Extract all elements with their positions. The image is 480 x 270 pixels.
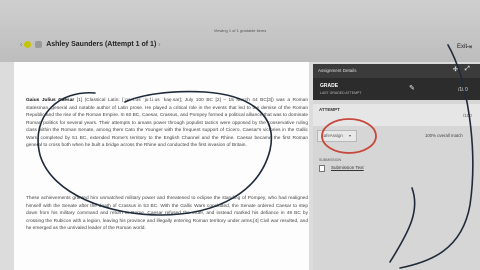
paragraph-2: These achievements granted him unmatched…: [26, 196, 308, 231]
chevron-down-icon: ▾: [349, 133, 352, 138]
grade-sublabel: LAST GRADED ATTEMPT: [320, 91, 362, 95]
match-percentage: 100% overall match: [425, 133, 463, 138]
attempt-label: ATTEMPT: [319, 107, 340, 112]
student-name: Ashley Saunders (Attempt 1 of 1): [46, 41, 157, 48]
avatar: [35, 41, 43, 48]
submission-text-link[interactable]: Submission Text: [331, 165, 364, 170]
safeassign-dropdown[interactable]: SafeAssign ▾: [317, 130, 357, 142]
pin-icon[interactable]: ✣: [453, 66, 458, 73]
submission-document: Gaius Julius Caesar [1] (Classical Latin…: [14, 62, 309, 270]
student-navigator[interactable]: ‹ Ashley Saunders (Attempt 1 of 1) ›: [20, 41, 161, 48]
safeassign-label: SafeAssign: [321, 133, 343, 138]
panel-title: Assignment Details: [318, 68, 357, 73]
paragraph-subject: Gaius Julius Caesar: [26, 98, 75, 103]
attempt-section: ATTEMPT /100: [313, 104, 480, 126]
panel-header[interactable]: Assignment Details ✣ ⤢: [313, 64, 480, 78]
paragraph-1-text: [1] (Classical Latin: [ˈɡaː.i.us ˈjuːl.i…: [26, 98, 308, 148]
doc-icon: [319, 165, 325, 172]
chevron-right-icon[interactable]: ›: [158, 41, 160, 48]
top-bar: Viewing 1 of 1 gradable items ‹ Ashley S…: [0, 0, 480, 62]
chevron-left-icon[interactable]: ‹: [20, 41, 22, 48]
grade-section: GRADE LAST GRADED ATTEMPT ✎ /100: [313, 78, 480, 100]
attempt-score-input[interactable]: /100: [463, 113, 472, 118]
status-badge: [24, 41, 32, 48]
viewing-status: Viewing 1 of 1 gradable items: [213, 28, 267, 33]
pencil-icon[interactable]: ✎: [409, 84, 415, 92]
assignment-details-panel: Assignment Details ✣ ⤢ GRADE LAST GRADED…: [313, 64, 480, 270]
grade-label: GRADE: [320, 83, 339, 89]
submission-heading: SUBMISSION: [319, 158, 341, 162]
expand-icon[interactable]: ⤢: [465, 66, 470, 73]
exit-icon[interactable]: ⇥: [466, 43, 472, 51]
grade-score: /100: [458, 87, 468, 93]
paragraph-1: Gaius Julius Caesar [1] (Classical Latin…: [26, 97, 308, 150]
